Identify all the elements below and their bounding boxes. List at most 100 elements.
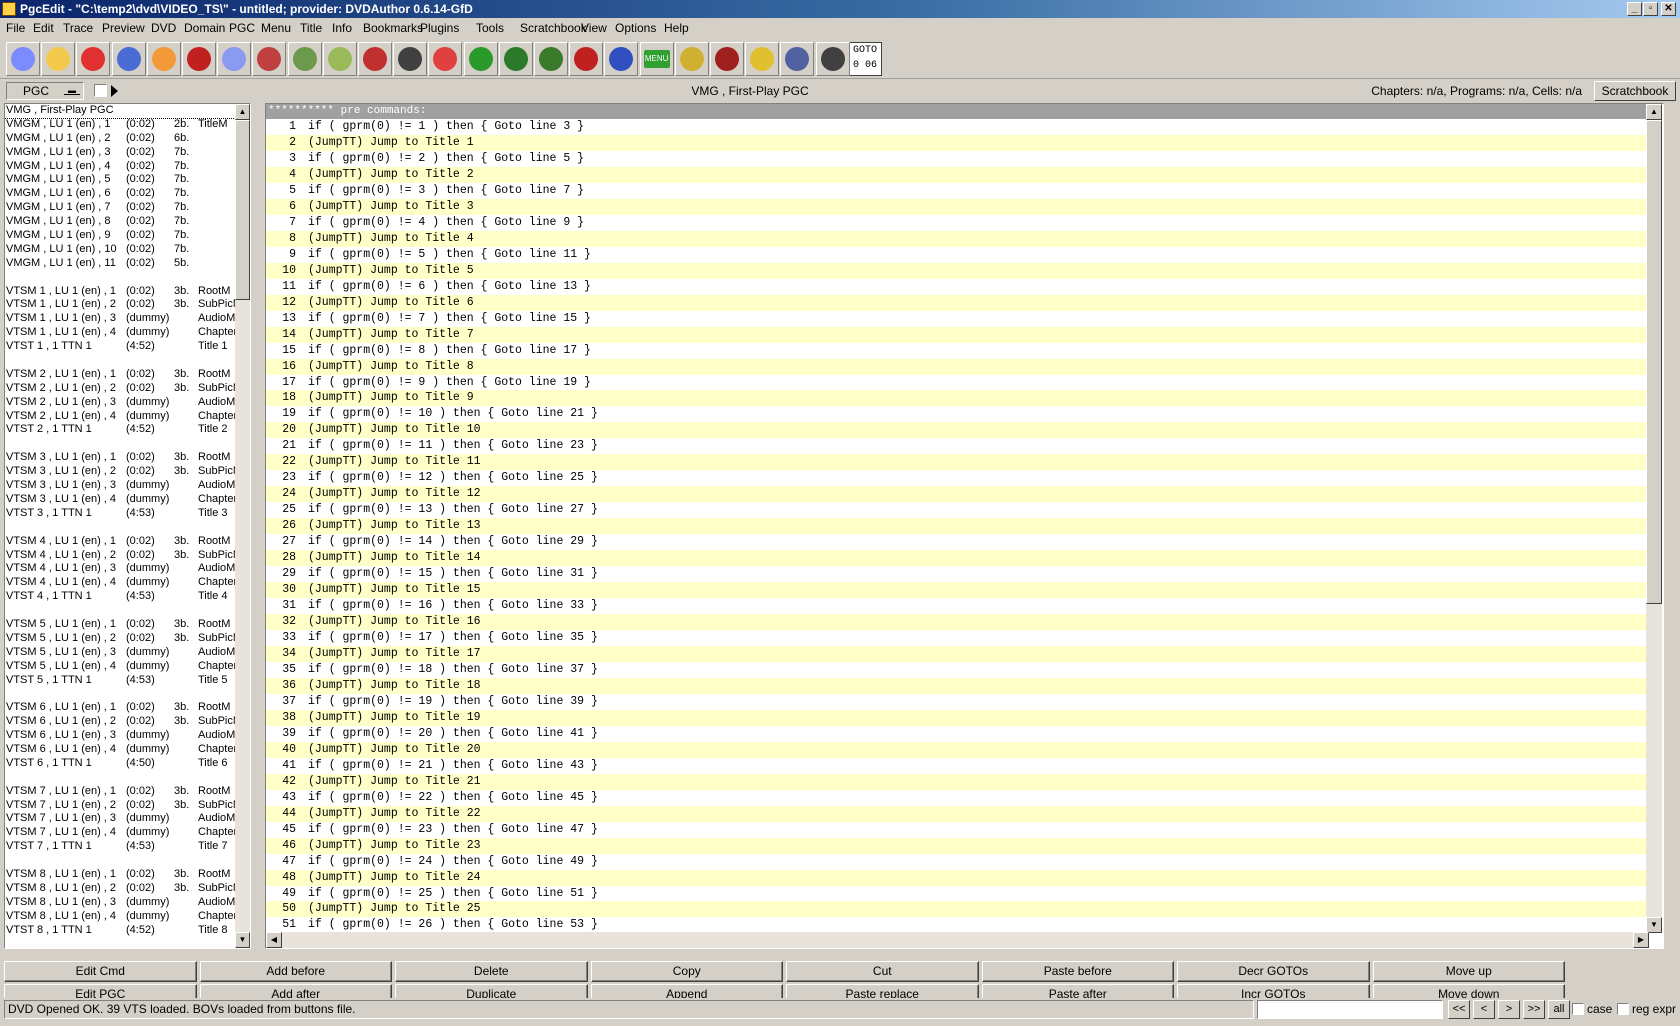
menu-file[interactable]: File	[6, 18, 25, 38]
edit-list-button[interactable]	[287, 42, 322, 76]
command-row[interactable]: 22 (JumpTT) Jump to Title 11	[266, 454, 1662, 471]
command-row[interactable]: 5 if ( gprm(0) != 3 ) then { Goto line 7 …	[266, 183, 1662, 199]
list-item[interactable]: VTSM 2 , LU 1 (en) , 4 (dummy) ChapterM	[5, 410, 235, 424]
command-row[interactable]: 17 if ( gprm(0) != 9 ) then { Goto line 1…	[266, 375, 1662, 391]
command-row[interactable]: 2 (JumpTT) Jump to Title 1	[266, 134, 1662, 151]
eye-button[interactable]	[780, 42, 815, 76]
list-item[interactable]: VTSM 8 , LU 1 (en) , 1 (0:02) 3b. RootM	[5, 868, 235, 882]
list-item[interactable]: VTST 3 , 1 TTN 1 (4:53) Title 3	[5, 507, 235, 521]
list-item[interactable]: VTSM 7 , LU 1 (en) , 1 (0:02) 3b. RootM	[5, 785, 235, 799]
command-row[interactable]: 43 if ( gprm(0) != 22 ) then { Goto line …	[266, 790, 1662, 806]
command-row[interactable]: 41 if ( gprm(0) != 21 ) then { Goto line …	[266, 758, 1662, 774]
list-item[interactable]: VTSM 8 , LU 1 (en) , 2 (0:02) 3b. SubPicM	[5, 882, 235, 896]
command-row[interactable]: 30 (JumpTT) Jump to Title 15	[266, 582, 1662, 599]
menu-trace[interactable]: Trace	[63, 18, 93, 38]
delete-button[interactable]: Delete	[395, 961, 588, 982]
list-item[interactable]: VTSM 3 , LU 1 (en) , 4 (dummy) ChapterM	[5, 493, 235, 507]
scroll-thumb[interactable]	[235, 120, 250, 300]
scroll-right-icon[interactable]: ▶	[1633, 932, 1649, 948]
list-item[interactable]: VTSM 1 , LU 1 (en) , 1 (0:02) 3b. RootM	[5, 285, 235, 299]
command-row[interactable]: 16 (JumpTT) Jump to Title 8	[266, 358, 1662, 375]
menu-title[interactable]: Title	[300, 18, 322, 38]
list-item[interactable]	[5, 354, 235, 368]
list-item[interactable]: VTST 7 , 1 TTN 1 (4:53) Title 7	[5, 840, 235, 854]
menu-edit[interactable]: Edit	[33, 18, 54, 38]
command-row[interactable]: 21 if ( gprm(0) != 11 ) then { Goto line …	[266, 438, 1662, 454]
menu-tools[interactable]: Tools	[476, 18, 504, 38]
menu-options[interactable]: Options	[615, 18, 656, 38]
command-row[interactable]: 27 if ( gprm(0) != 14 ) then { Goto line …	[266, 534, 1662, 550]
list-red-button[interactable]	[569, 42, 604, 76]
copy-doc-button[interactable]	[428, 42, 463, 76]
list-item[interactable]: VMG , First-Play PGC	[5, 104, 235, 119]
scroll-left-icon[interactable]: ◀	[266, 932, 282, 948]
add-before-button[interactable]: Add before	[199, 961, 392, 982]
disc-tools-button[interactable]	[252, 42, 287, 76]
command-row[interactable]: 13 if ( gprm(0) != 7 ) then { Goto line 1…	[266, 311, 1662, 327]
search-button[interactable]	[182, 42, 216, 76]
list-item[interactable]: VTSM 2 , LU 1 (en) , 2 (0:02) 3b. SubPicM	[5, 382, 235, 396]
menu-plugins[interactable]: Plugins	[420, 18, 459, 38]
command-row[interactable]: 28 (JumpTT) Jump to Title 14	[266, 550, 1662, 567]
command-scrollbar[interactable]: ▲ ▼	[1646, 104, 1662, 933]
restore-button[interactable]: ▫	[1643, 2, 1658, 16]
case-checkbox[interactable]	[1572, 1003, 1584, 1015]
decr-gotos-button[interactable]: Decr GOTOs	[1177, 961, 1370, 982]
list-item[interactable]: VTSM 6 , LU 1 (en) , 4 (dummy) ChapterM	[5, 743, 235, 757]
command-row[interactable]: 38 (JumpTT) Jump to Title 19	[266, 709, 1662, 726]
list-item[interactable]	[5, 271, 235, 285]
command-row[interactable]: 48 (JumpTT) Jump to Title 24	[266, 869, 1662, 886]
list-item[interactable]: VTSM 2 , LU 1 (en) , 3 (dummy) AudioM	[5, 396, 235, 410]
menu-button[interactable]: MENU	[639, 42, 674, 76]
search-input[interactable]	[1257, 1000, 1443, 1019]
command-row[interactable]: 26 (JumpTT) Jump to Title 13	[266, 518, 1662, 535]
list-item[interactable]: VTSM 5 , LU 1 (en) , 3 (dummy) AudioM	[5, 646, 235, 660]
command-row[interactable]: 39 if ( gprm(0) != 20 ) then { Goto line …	[266, 726, 1662, 742]
camera-button[interactable]	[393, 42, 428, 76]
delete-button[interactable]	[604, 42, 639, 76]
command-row[interactable]: 25 if ( gprm(0) != 13 ) then { Goto line …	[266, 502, 1662, 518]
close-button[interactable]: ✕	[1661, 2, 1676, 16]
command-row[interactable]: 37 if ( gprm(0) != 19 ) then { Goto line …	[266, 694, 1662, 710]
command-row[interactable]: 29 if ( gprm(0) != 15 ) then { Goto line …	[266, 566, 1662, 582]
menu-preview[interactable]: Preview	[102, 18, 145, 38]
command-row[interactable]: 6 (JumpTT) Jump to Title 3	[266, 198, 1662, 215]
list-item[interactable]: VMGM , LU 1 (en) , 11 (0:02) 5b.	[5, 257, 235, 271]
scratchbook-button[interactable]: Scratchbook	[1594, 81, 1676, 101]
jump-button[interactable]	[815, 42, 850, 76]
command-row[interactable]: 23 if ( gprm(0) != 12 ) then { Goto line …	[266, 470, 1662, 486]
menu-info[interactable]: Info	[332, 18, 352, 38]
menu-menu[interactable]: Menu	[261, 18, 291, 38]
list-item[interactable]: VTSM 6 , LU 1 (en) , 3 (dummy) AudioM	[5, 729, 235, 743]
list-item[interactable]: VTSM 6 , LU 1 (en) , 1 (0:02) 3b. RootM	[5, 701, 235, 715]
list-item[interactable]: VMGM , LU 1 (en) , 10 (0:02) 7b.	[5, 243, 235, 257]
command-row[interactable]: 50 (JumpTT) Jump to Title 25	[266, 901, 1662, 918]
list-item[interactable]	[5, 604, 235, 618]
list-item[interactable]: VTSM 4 , LU 1 (en) , 4 (dummy) ChapterM	[5, 576, 235, 590]
new-dvd-button[interactable]	[111, 42, 146, 76]
scroll-up-icon[interactable]: ▲	[1646, 104, 1662, 120]
command-row[interactable]: 11 if ( gprm(0) != 6 ) then { Goto line 1…	[266, 279, 1662, 295]
list-item[interactable]	[5, 521, 235, 535]
menu-dvd[interactable]: DVD	[151, 18, 176, 38]
command-row[interactable]: 35 if ( gprm(0) != 18 ) then { Goto line …	[266, 662, 1662, 678]
command-row[interactable]: 36 (JumpTT) Jump to Title 18	[266, 677, 1662, 694]
list-item[interactable]: VMGM , LU 1 (en) , 7 (0:02) 7b.	[5, 201, 235, 215]
list-item[interactable]: VTST 8 , 1 TTN 1 (4:52) Title 8	[5, 924, 235, 938]
menu-bookmarks[interactable]: Bookmarks	[363, 18, 423, 38]
command-row[interactable]: 10 (JumpTT) Jump to Title 5	[266, 262, 1662, 279]
tools-button[interactable]	[534, 42, 568, 76]
play-preview-button[interactable]	[498, 42, 533, 76]
edit-cmd-button[interactable]: Edit Cmd	[4, 961, 197, 982]
list-item[interactable]: VTSM 7 , LU 1 (en) , 2 (0:02) 3b. SubPicM	[5, 799, 235, 813]
search-first-button[interactable]: <<	[1448, 1000, 1470, 1019]
list-item[interactable]: VTSM 8 , LU 1 (en) , 3 (dummy) AudioM	[5, 896, 235, 910]
disc-compare-button[interactable]	[217, 42, 252, 76]
command-row[interactable]: 14 (JumpTT) Jump to Title 7	[266, 326, 1662, 343]
list-item[interactable]: VTSM 4 , LU 1 (en) , 3 (dummy) AudioM	[5, 562, 235, 576]
command-row[interactable]: 31 if ( gprm(0) != 16 ) then { Goto line …	[266, 598, 1662, 614]
search-next-button[interactable]: >	[1498, 1000, 1520, 1019]
cut-button[interactable]: Cut	[786, 961, 979, 982]
move-up-button[interactable]: Move up	[1372, 961, 1565, 982]
list-item[interactable]: VTSM 8 , LU 1 (en) , 4 (dummy) ChapterM	[5, 910, 235, 924]
